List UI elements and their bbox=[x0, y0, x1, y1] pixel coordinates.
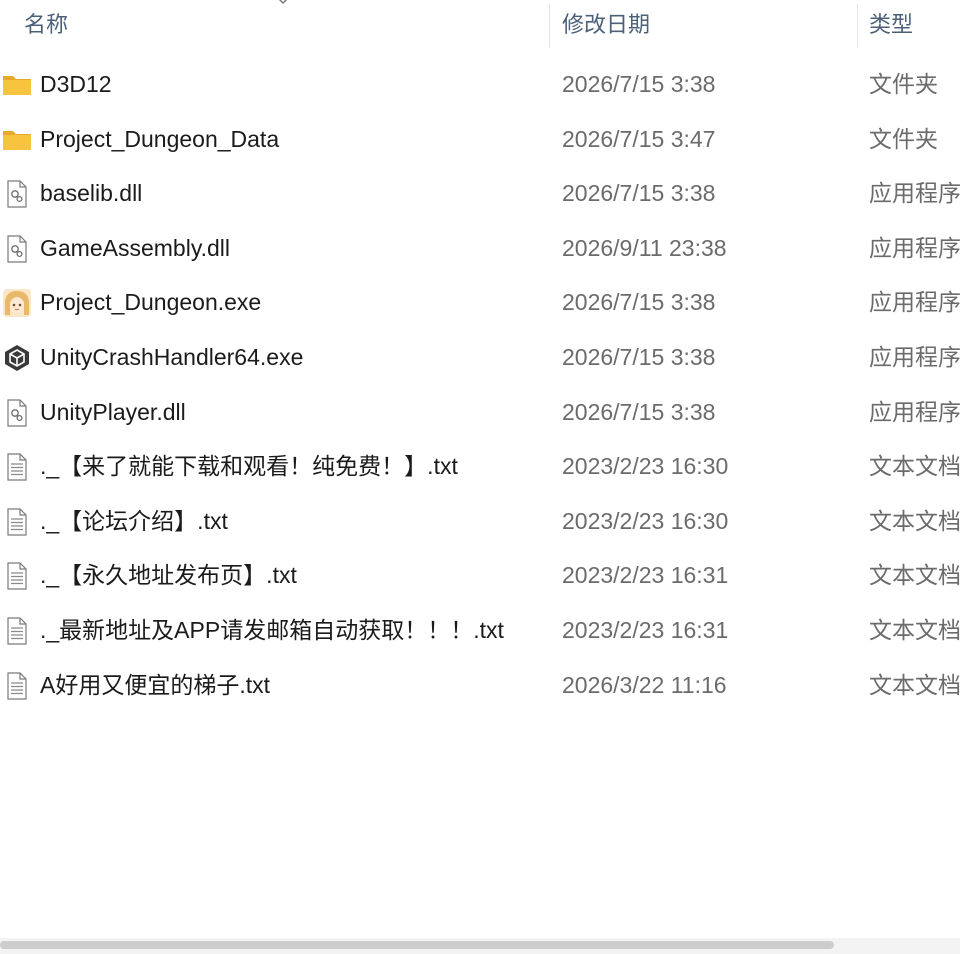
file-row[interactable]: ._【论坛介绍】.txt 2023/2/23 16:30 文本文档 bbox=[0, 494, 960, 549]
file-name[interactable]: ._最新地址及APP请发邮箱自动获取！！！.txt bbox=[40, 603, 504, 658]
file-row[interactable]: ._【来了就能下载和观看！纯免费！】.txt 2023/2/23 16:30 文… bbox=[0, 439, 960, 494]
file-name[interactable]: ._【永久地址发布页】.txt bbox=[40, 548, 297, 603]
text-file-icon bbox=[7, 562, 27, 590]
file-name[interactable]: A好用又便宜的梯子.txt bbox=[40, 658, 270, 713]
file-name[interactable]: UnityPlayer.dll bbox=[40, 385, 186, 440]
file-date-modified: 2026/9/11 23:38 bbox=[562, 234, 727, 261]
text-file-icon bbox=[7, 617, 27, 645]
file-type: 文本文档 bbox=[869, 616, 960, 643]
column-divider[interactable] bbox=[857, 4, 858, 48]
file-name[interactable]: baselib.dll bbox=[40, 166, 142, 221]
file-name[interactable]: GameAssembly.dll bbox=[40, 221, 230, 276]
file-date-modified: 2023/2/23 16:31 bbox=[562, 562, 729, 589]
file-type: 应用程序 bbox=[869, 343, 960, 370]
file-row[interactable]: Project_Dungeon.exe 2026/7/15 3:38 应用程序 bbox=[0, 275, 960, 330]
file-type: 应用程序 bbox=[869, 289, 960, 316]
file-list: D3D12 2026/7/15 3:38 文件夹 Project_Dungeon… bbox=[0, 57, 960, 712]
file-name[interactable]: ._【论坛介绍】.txt bbox=[40, 494, 228, 549]
column-header-name[interactable]: 名称 bbox=[24, 6, 68, 44]
file-date-modified: 2023/2/23 16:31 bbox=[562, 616, 729, 643]
folder-icon bbox=[3, 130, 31, 150]
file-row[interactable]: UnityPlayer.dll 2026/7/15 3:38 应用程序 bbox=[0, 385, 960, 440]
file-type: 文本文档 bbox=[869, 453, 960, 480]
column-divider[interactable] bbox=[549, 4, 550, 48]
game-app-icon bbox=[3, 289, 31, 318]
file-row[interactable]: D3D12 2026/7/15 3:38 文件夹 bbox=[0, 57, 960, 112]
file-date-modified: 2026/7/15 3:38 bbox=[562, 398, 716, 425]
file-type: 应用程序 bbox=[869, 234, 960, 261]
file-type: 应用程序 bbox=[869, 398, 960, 425]
file-date-modified: 2026/7/15 3:38 bbox=[562, 71, 716, 97]
file-date-modified: 2026/7/15 3:47 bbox=[562, 125, 716, 152]
sort-caret-icon[interactable] bbox=[275, 0, 291, 6]
file-date-modified: 2026/3/22 11:16 bbox=[562, 671, 727, 698]
file-row[interactable]: ._最新地址及APP请发邮箱自动获取！！！.txt 2023/2/23 16:3… bbox=[0, 603, 960, 658]
folder-icon bbox=[3, 76, 31, 95]
file-name[interactable]: Project_Dungeon_Data bbox=[40, 112, 279, 167]
column-header: 名称 修改日期 类型 bbox=[0, 0, 960, 50]
text-file-icon bbox=[7, 508, 27, 536]
file-row[interactable]: UnityCrashHandler64.exe 2026/7/15 3:38 应… bbox=[0, 330, 960, 385]
file-row[interactable]: GameAssembly.dll 2026/9/11 23:38 应用程序 bbox=[0, 221, 960, 276]
dll-file-icon bbox=[7, 398, 27, 427]
file-name[interactable]: UnityCrashHandler64.exe bbox=[40, 330, 303, 385]
file-row[interactable]: Project_Dungeon_Data 2026/7/15 3:47 文件夹 bbox=[0, 112, 960, 167]
column-header-date-modified[interactable]: 修改日期 bbox=[562, 6, 650, 44]
file-date-modified: 2026/7/15 3:38 bbox=[562, 343, 716, 370]
file-name[interactable]: D3D12 bbox=[40, 57, 112, 112]
file-date-modified: 2023/2/23 16:30 bbox=[562, 453, 729, 480]
unity-app-icon bbox=[5, 344, 29, 371]
file-type: 文件夹 bbox=[869, 71, 938, 97]
file-date-modified: 2026/7/15 3:38 bbox=[562, 289, 716, 316]
file-row[interactable]: ._【永久地址发布页】.txt 2023/2/23 16:31 文本文档 bbox=[0, 548, 960, 603]
file-row[interactable]: baselib.dll 2026/7/15 3:38 应用程序 bbox=[0, 166, 960, 221]
file-explorer-window: 名称 修改日期 类型 D3D12 2026/7/15 3:38 文件夹 Proj… bbox=[0, 0, 960, 954]
horizontal-scrollbar[interactable] bbox=[0, 938, 960, 954]
file-type: 文本文档 bbox=[869, 671, 960, 698]
file-type: 应用程序 bbox=[869, 180, 960, 207]
file-name[interactable]: Project_Dungeon.exe bbox=[40, 275, 261, 330]
file-type: 文本文档 bbox=[869, 507, 960, 534]
file-date-modified: 2023/2/23 16:30 bbox=[562, 507, 729, 534]
text-file-icon bbox=[7, 453, 27, 481]
file-type: 文本文档 bbox=[869, 562, 960, 589]
dll-file-icon bbox=[7, 180, 27, 208]
file-type: 文件夹 bbox=[869, 125, 938, 152]
file-date-modified: 2026/7/15 3:38 bbox=[562, 180, 716, 207]
dll-file-icon bbox=[7, 235, 27, 263]
text-file-icon bbox=[7, 671, 27, 700]
scrollbar-thumb[interactable] bbox=[0, 941, 834, 949]
file-row[interactable]: A好用又便宜的梯子.txt 2026/3/22 11:16 文本文档 bbox=[0, 658, 960, 713]
column-header-type[interactable]: 类型 bbox=[869, 6, 913, 44]
file-name[interactable]: ._【来了就能下载和观看！纯免费！】.txt bbox=[40, 439, 458, 494]
